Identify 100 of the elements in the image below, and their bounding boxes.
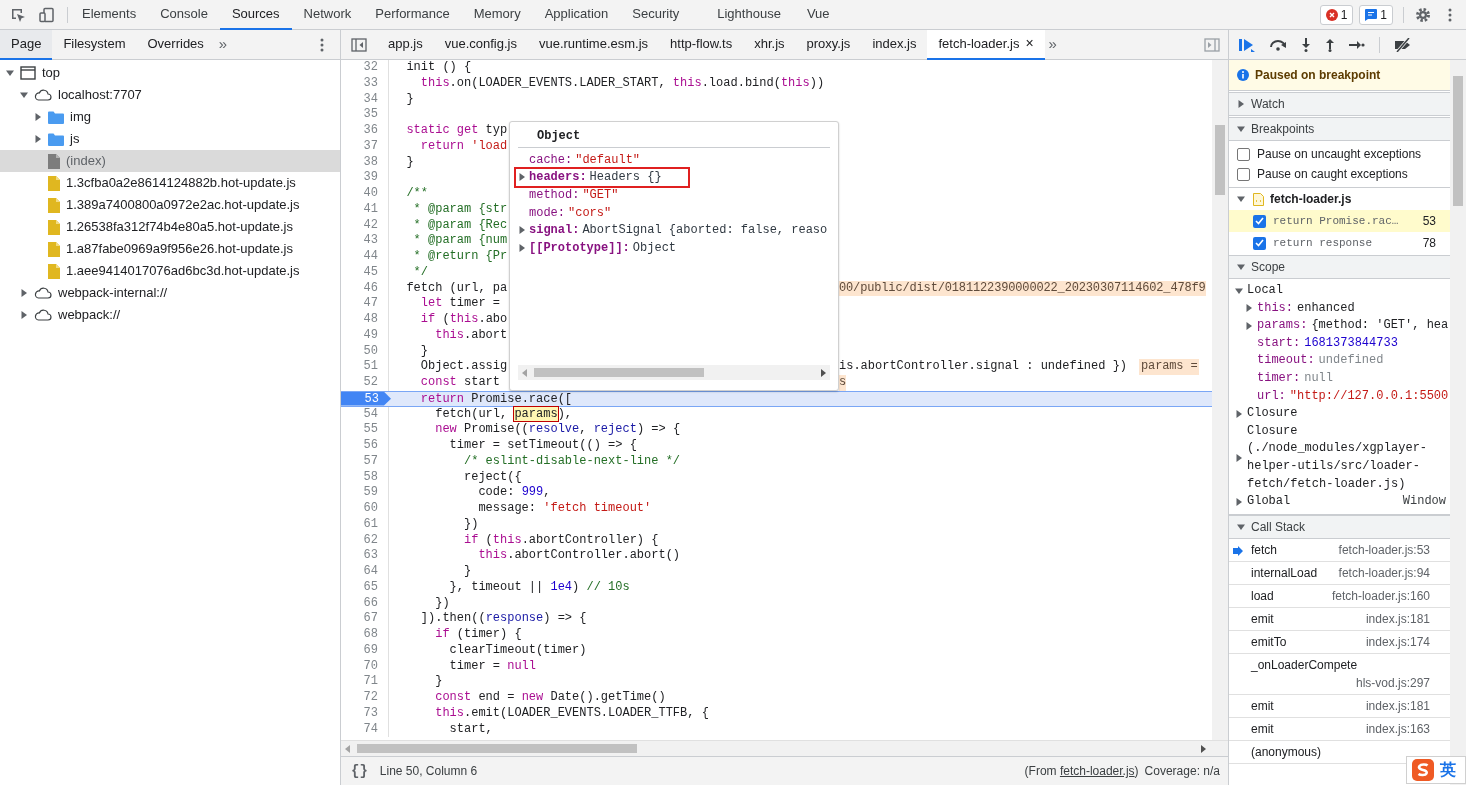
disclosure-triangle-icon[interactable]	[1237, 100, 1245, 108]
variable-row[interactable]: start: 1681373844733	[1245, 334, 1398, 353]
panel-tab[interactable]: Page	[0, 29, 53, 60]
file-tab[interactable]: vue.runtime.esm.js	[527, 29, 660, 60]
disclosure-triangle-icon[interactable]	[20, 289, 28, 297]
file-tab[interactable]: xhr.js	[743, 29, 796, 60]
breakpoint-marker[interactable]: 53	[341, 391, 391, 406]
step-into-icon[interactable]	[1301, 37, 1311, 52]
breakpoint-item[interactable]: return Promise.rac… 53	[1229, 210, 1450, 232]
panel-tab[interactable]: Elements	[70, 0, 149, 30]
input-method-widget[interactable]: 英	[1406, 756, 1466, 784]
scroll-right-icon[interactable]	[1200, 744, 1206, 753]
call-frame[interactable]: load fetch-loader.js:160	[1229, 584, 1450, 608]
frame-location[interactable]: index.js:181	[1365, 609, 1430, 628]
scope-label[interactable]: Closure	[1247, 405, 1446, 423]
tree-item[interactable]: 1.26538fa312f74b4e80a5.hot-update.js	[0, 216, 340, 238]
disclosure-triangle-icon[interactable]	[1237, 195, 1245, 203]
resume-icon[interactable]	[1239, 37, 1255, 52]
call-frame[interactable]: emit index.js:181	[1229, 694, 1450, 718]
deactivate-breakpoints-icon[interactable]	[1394, 37, 1412, 52]
panel-tab[interactable]: Application	[532, 0, 621, 30]
tree-item[interactable]: 1.aee9414017076ad6bc3d.hot-update.js	[0, 260, 340, 282]
panel-tab[interactable]: Network	[291, 0, 364, 30]
frame-location[interactable]: fetch-loader.js:53	[1338, 540, 1430, 559]
step-over-icon[interactable]	[1269, 38, 1287, 51]
more-options-icon[interactable]	[1448, 7, 1452, 22]
source-link[interactable]: fetch-loader.js	[1059, 764, 1135, 778]
disclosure-triangle-icon[interactable]	[20, 91, 28, 99]
disclosure-triangle-icon[interactable]	[34, 135, 42, 143]
panel-tab[interactable]: Vue	[794, 0, 842, 30]
checkbox[interactable]	[1253, 236, 1266, 250]
scope-label[interactable]: Local	[1247, 282, 1446, 300]
scope-label[interactable]: Global	[1247, 493, 1399, 511]
error-count-badge[interactable]: 1	[1319, 4, 1354, 25]
step-out-icon[interactable]	[1325, 37, 1335, 52]
scroll-right-icon[interactable]	[820, 368, 826, 377]
variable-row[interactable]: timer: null	[1245, 369, 1334, 388]
disclosure-triangle-icon[interactable]	[1237, 522, 1245, 531]
disclosure-triangle-icon[interactable]	[1235, 497, 1243, 506]
tree-item[interactable]: localhost:7707	[0, 84, 340, 106]
panel-tab[interactable]: Performance	[363, 0, 462, 30]
section-header[interactable]: Watch	[1229, 92, 1450, 116]
scrollbar[interactable]	[518, 365, 830, 380]
call-frame[interactable]: internalLoad fetch-loader.js:94	[1229, 561, 1450, 585]
frame-location[interactable]: index.js:181	[1365, 696, 1430, 715]
section-header[interactable]: Scope	[1229, 255, 1450, 279]
call-frame[interactable]: emit index.js:181	[1229, 607, 1450, 631]
more-options-icon[interactable]	[320, 37, 324, 52]
sidebar-toggle-icon[interactable]	[1204, 37, 1220, 52]
file-tab[interactable]: http-flow.ts	[659, 29, 744, 60]
settings-icon[interactable]	[1414, 5, 1432, 24]
variable-row[interactable]: url: "http://127.0.0.1:5500	[1245, 387, 1449, 406]
scope-label[interactable]: Closure (./node_modules/xgplayer-helper-utils/src/loader-fetch/fetch-loader.js)	[1247, 422, 1446, 494]
file-tab[interactable]: index.js	[861, 29, 928, 60]
disclosure-triangle-icon[interactable]	[518, 173, 526, 182]
disclosure-triangle-icon[interactable]	[34, 113, 42, 121]
panel-tab[interactable]: Memory	[461, 0, 533, 30]
section-header[interactable]: Breakpoints	[1229, 117, 1450, 141]
message-count-badge[interactable]: 1	[1359, 4, 1393, 25]
checkbox[interactable]	[1237, 167, 1250, 181]
checkbox[interactable]	[1237, 147, 1250, 161]
tree-item[interactable]: 1.389a7400800a0972e2ac.hot-update.js	[0, 194, 340, 216]
scrollbar-thumb[interactable]	[534, 368, 704, 377]
scrollbar-thumb[interactable]	[357, 744, 637, 753]
file-tab[interactable]: proxy.js	[795, 29, 862, 60]
property-row[interactable]: method: "GET"	[516, 186, 621, 204]
panel-tab[interactable]: Console	[148, 0, 220, 30]
disclosure-triangle-icon[interactable]	[1237, 263, 1245, 271]
disclosure-triangle-icon[interactable]	[1237, 125, 1245, 133]
pointer-in-box-icon[interactable]	[10, 6, 26, 23]
panel-tab[interactable]: Security	[620, 0, 692, 30]
scrollbar[interactable]	[341, 740, 1228, 756]
more-tabs-button[interactable]: »	[214, 33, 232, 56]
step-icon[interactable]	[1349, 39, 1365, 50]
scrollbar-thumb[interactable]	[1453, 76, 1463, 206]
device-icon[interactable]	[39, 6, 55, 23]
tree-item[interactable]: 1.a87fabe0969a9f956e26.hot-update.js	[0, 238, 340, 260]
property-row[interactable]: headers: Headers {}	[516, 168, 688, 187]
sidebar-toggle-icon[interactable]	[351, 37, 367, 52]
tree-item[interactable]: top	[0, 62, 340, 84]
format-button[interactable]: {}	[349, 760, 370, 782]
checkbox-option[interactable]: Pause on uncaught exceptions	[1229, 144, 1450, 164]
checkbox-option[interactable]: Pause on caught exceptions	[1229, 164, 1450, 184]
tree-item[interactable]: img	[0, 106, 340, 128]
call-frame[interactable]: emitTo index.js:174	[1229, 630, 1450, 654]
property-row[interactable]: mode: "cors"	[516, 203, 614, 222]
property-row[interactable]: [[Prototype]]: Object	[516, 238, 679, 257]
property-row[interactable]: cache: "default"	[516, 151, 643, 169]
panel-tab[interactable]: Filesystem	[52, 29, 137, 60]
breakpoint-item[interactable]: return response 78	[1229, 232, 1450, 254]
tree-item[interactable]: webpack://	[0, 304, 340, 326]
disclosure-triangle-icon[interactable]	[1235, 409, 1243, 418]
more-tabs-button[interactable]: »	[1044, 33, 1061, 56]
file-tab[interactable]: app.js	[377, 29, 434, 60]
variable-row[interactable]: params: {method: 'GET', hea	[1245, 317, 1449, 335]
panel-tab[interactable]: Lighthouse	[705, 0, 793, 30]
frame-location[interactable]: fetch-loader.js:160	[1331, 586, 1430, 605]
scrollbar-thumb[interactable]	[1215, 125, 1225, 195]
section-header[interactable]: Call Stack	[1229, 514, 1450, 539]
variable-row[interactable]: this: enhanced	[1245, 299, 1355, 318]
